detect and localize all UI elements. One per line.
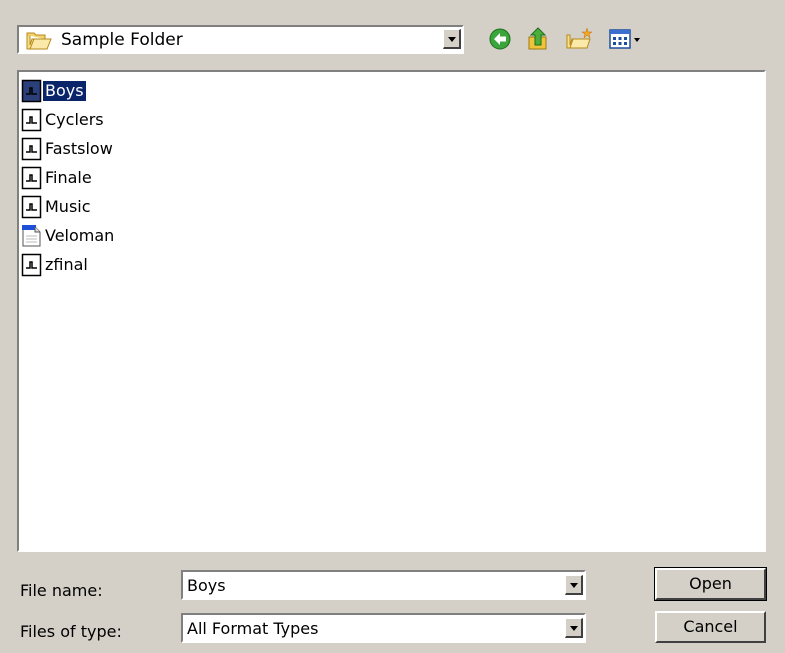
file-name-dropdown-button[interactable] bbox=[565, 575, 583, 595]
document-file-icon bbox=[21, 224, 43, 248]
files-of-type-dropdown-button[interactable] bbox=[565, 618, 583, 638]
look-in-value: Sample Folder bbox=[61, 30, 183, 50]
file-name-text: Finale bbox=[45, 168, 92, 187]
open-file-dialog: Sample Folder Boys Cyclers Fastslow Fina… bbox=[0, 0, 785, 653]
file-name-text: Music bbox=[45, 197, 91, 216]
audio-file-icon bbox=[21, 79, 43, 103]
cancel-button[interactable]: Cancel bbox=[655, 611, 766, 643]
file-list-item[interactable]: zfinal bbox=[21, 252, 90, 278]
file-name-text: Veloman bbox=[45, 226, 115, 245]
file-list-item[interactable]: Finale bbox=[21, 165, 94, 191]
files-of-type-label: Files of type: bbox=[20, 622, 122, 641]
file-name-field[interactable]: Boys bbox=[181, 570, 586, 600]
look-in-combo[interactable]: Sample Folder bbox=[17, 25, 464, 54]
files-of-type-select[interactable]: All Format Types bbox=[181, 613, 586, 643]
file-name-text: zfinal bbox=[45, 255, 88, 274]
open-button[interactable]: Open bbox=[654, 567, 767, 601]
back-arrow-icon[interactable] bbox=[488, 27, 512, 55]
look-in-dropdown-button[interactable] bbox=[443, 29, 461, 49]
file-name-text: Fastslow bbox=[45, 139, 113, 158]
file-list[interactable]: Boys Cyclers Fastslow Finale Music Veloman zfi… bbox=[17, 70, 766, 552]
file-name-value: Boys bbox=[187, 576, 226, 595]
file-name-text: Cyclers bbox=[45, 110, 104, 129]
views-menu-icon[interactable] bbox=[609, 27, 643, 55]
file-list-item[interactable]: Veloman bbox=[21, 223, 116, 249]
audio-file-icon bbox=[21, 137, 43, 161]
file-list-item[interactable]: Music bbox=[21, 194, 93, 220]
audio-file-icon bbox=[21, 253, 43, 277]
file-name-text: Boys bbox=[42, 80, 87, 102]
file-list-item[interactable]: Fastslow bbox=[21, 136, 115, 162]
audio-file-icon bbox=[21, 195, 43, 219]
file-list-item[interactable]: Cyclers bbox=[21, 107, 106, 133]
audio-file-icon bbox=[21, 166, 43, 190]
file-list-item[interactable]: Boys bbox=[21, 78, 87, 104]
new-folder-icon[interactable] bbox=[566, 27, 594, 55]
audio-file-icon bbox=[21, 108, 43, 132]
folder-open-icon bbox=[26, 31, 52, 55]
up-folder-icon[interactable] bbox=[526, 27, 552, 55]
file-name-label: File name: bbox=[20, 581, 103, 600]
files-of-type-value: All Format Types bbox=[187, 619, 319, 638]
